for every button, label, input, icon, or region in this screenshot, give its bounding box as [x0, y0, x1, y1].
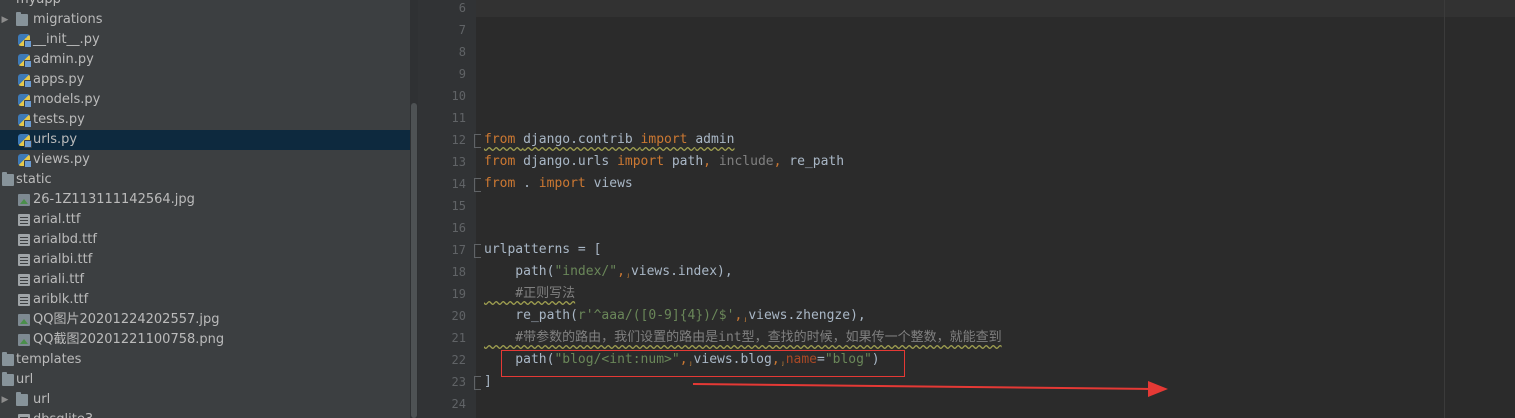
red-annotation-arrow [692, 381, 1168, 397]
arrow-shaft [692, 383, 1151, 390]
arrow-head [1148, 381, 1168, 397]
